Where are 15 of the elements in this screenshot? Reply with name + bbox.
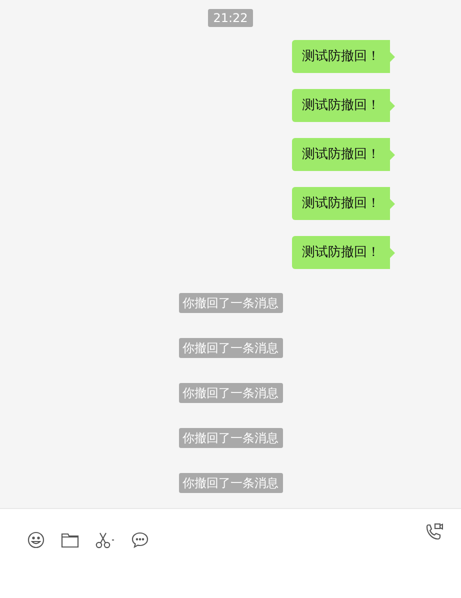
chat-bubble-icon[interactable] <box>131 531 149 549</box>
folder-icon[interactable] <box>61 532 79 548</box>
message-bubble: 测试防撤回！ <box>292 236 395 269</box>
message-bubble: 测试防撤回！ <box>292 89 395 122</box>
recall-notice: 你撤回了一条消息 <box>178 338 282 358</box>
scissors-icon[interactable] <box>95 531 115 549</box>
recall-notice: 你撤回了一条消息 <box>178 383 282 403</box>
recall-notice: 你撤回了一条消息 <box>178 293 282 313</box>
message-bubble: 测试防撤回！ <box>292 138 395 171</box>
recall-notice: 你撤回了一条消息 <box>178 428 282 448</box>
message-bubble: 测试防撤回！ <box>292 40 395 73</box>
emoji-icon[interactable] <box>27 531 45 549</box>
recall-notice: 你撤回了一条消息 <box>178 473 282 493</box>
timestamp: 21:22 <box>208 9 253 27</box>
message-bubble: 测试防撤回！ <box>292 187 395 220</box>
